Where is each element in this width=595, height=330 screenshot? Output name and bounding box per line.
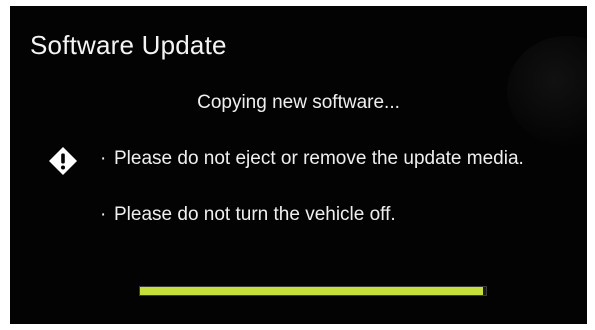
status-text: Copying new software... [197,92,400,113]
warning-message-power: · Please do not turn the vehicle off. [100,204,396,226]
bullet: · [100,204,107,225]
progress-fill [140,287,483,295]
warning-message-text: Please do not eject or remove the update… [114,148,524,169]
screen-glare [507,36,587,146]
bullet: · [100,148,107,169]
warning-message-text: Please do not turn the vehicle off. [114,204,396,225]
page-title: Software Update [30,30,227,60]
warning-message-eject: · Please do not eject or remove the updat… [100,148,524,170]
update-screen: Software Update Copying new software... … [10,6,587,324]
warning-diamond-icon [49,147,77,175]
progress-bar [139,286,487,296]
